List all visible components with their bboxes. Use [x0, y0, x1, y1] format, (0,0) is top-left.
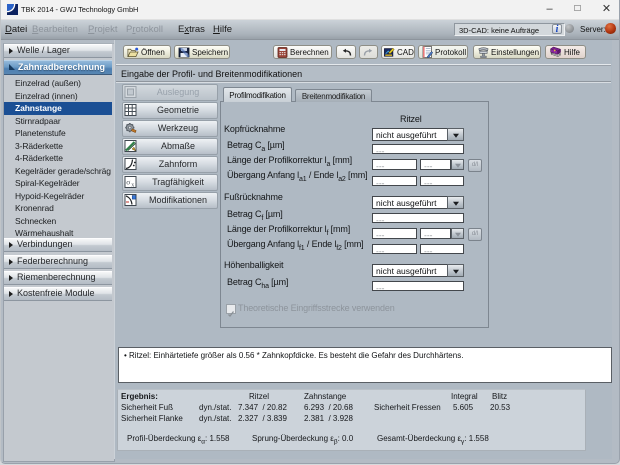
svg-text:x: x: [131, 183, 134, 189]
svg-text:σ: σ: [126, 178, 130, 187]
